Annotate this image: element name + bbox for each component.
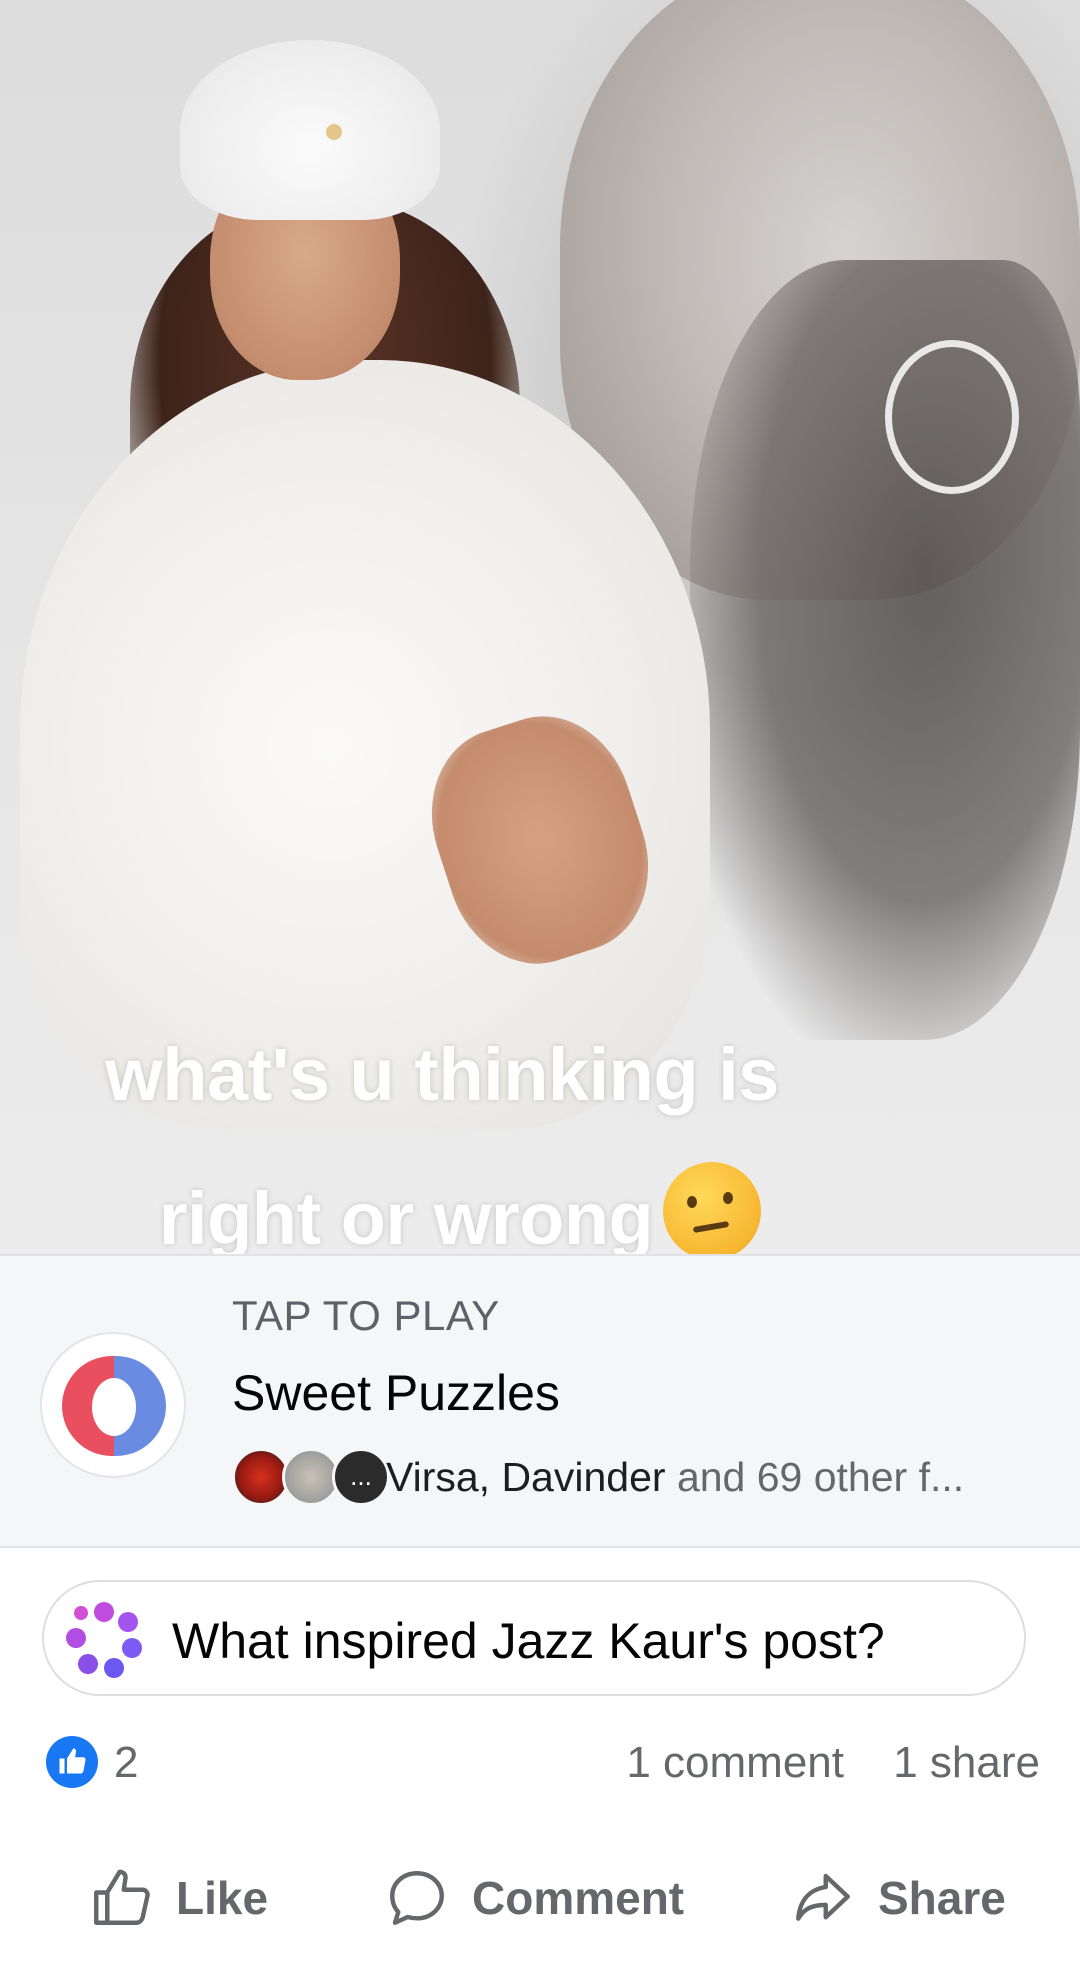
share-arrow-icon	[796, 1873, 850, 1921]
caption-line-1: what's u thinking is	[105, 1033, 779, 1116]
comment-label: Comment	[472, 1872, 685, 1924]
like-label: Like	[176, 1872, 269, 1924]
post-photo[interactable]: what's u thinking is right or wrong	[0, 0, 1080, 1254]
background-hair	[690, 260, 1080, 1040]
comment-bubble-icon	[390, 1871, 444, 1925]
like-count[interactable]: 2	[114, 1738, 138, 1788]
game-app-card[interactable]: TAP TO PLAY Sweet Puzzles ... Virsa, Dav…	[0, 1254, 1080, 1548]
like-reaction-icon[interactable]	[46, 1736, 98, 1788]
thumbs-up-icon	[94, 1869, 150, 1925]
share-label: Share	[878, 1872, 1006, 1924]
subject-tikka	[326, 124, 342, 140]
subject-outfit	[20, 360, 710, 1130]
friends-names: Virsa, Davinder	[386, 1454, 666, 1500]
friends-played-row: ... Virsa, Davinder and 69 other f...	[232, 1444, 1052, 1508]
subject-turban	[180, 40, 440, 220]
app-name[interactable]: Sweet Puzzles	[232, 1364, 560, 1422]
caption-line-2: right or wrong	[0, 1162, 1000, 1254]
like-button[interactable]: Like	[88, 1860, 268, 1936]
ai-question-text: What inspired Jazz Kaur's post?	[172, 1613, 885, 1669]
friends-rest: and 69 other f...	[665, 1454, 965, 1500]
thinking-face-emoji-icon	[663, 1162, 762, 1254]
comment-count[interactable]: 1 comment	[626, 1738, 844, 1788]
ai-question-pill[interactable]: What inspired Jazz Kaur's post?	[42, 1580, 1026, 1696]
tap-to-play-label: TAP TO PLAY	[232, 1292, 500, 1339]
sweet-puzzles-logo-icon[interactable]	[40, 1332, 186, 1478]
friends-played-text: Virsa, Davinder and 69 other f...	[386, 1454, 964, 1501]
share-button[interactable]: Share	[790, 1860, 1006, 1936]
share-count[interactable]: 1 share	[893, 1738, 1040, 1788]
comment-button[interactable]: Comment	[384, 1860, 684, 1936]
background-earring	[885, 340, 1019, 494]
caption-line-2-text: right or wrong	[158, 1177, 654, 1255]
friend-avatar-overflow: ...	[332, 1448, 390, 1506]
ai-sparkle-icon	[66, 1602, 142, 1678]
